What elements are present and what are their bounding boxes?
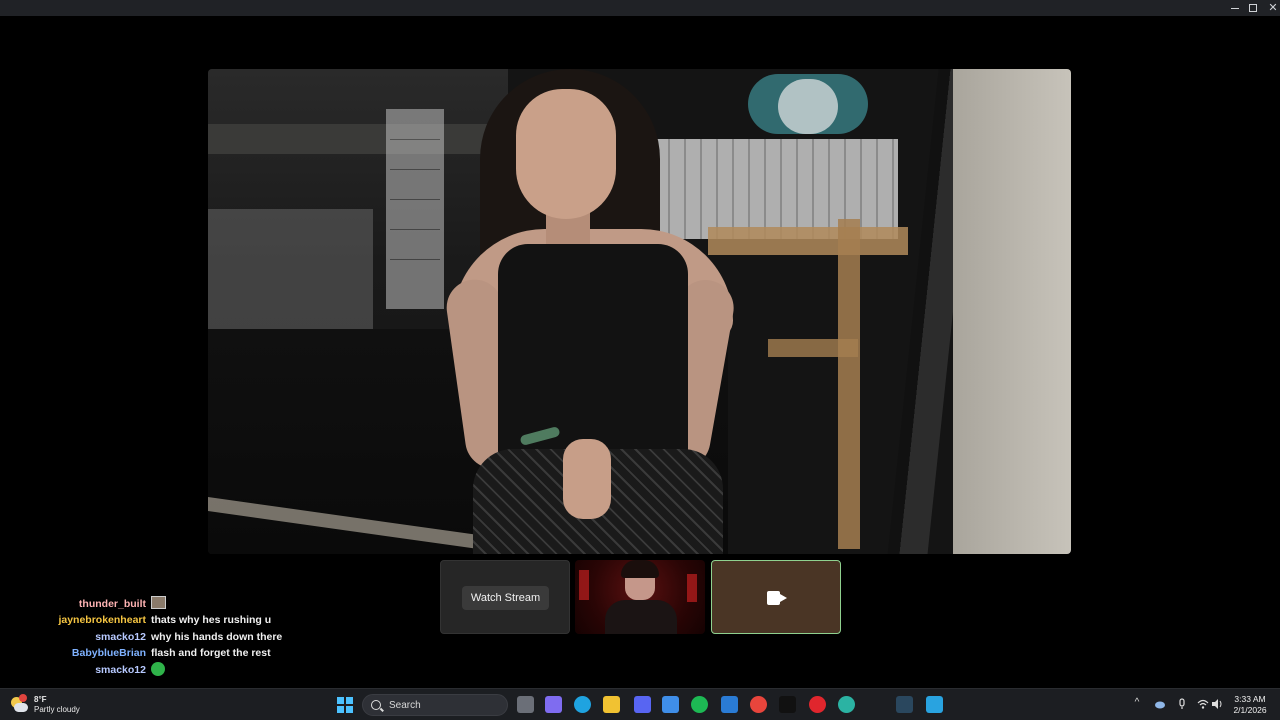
chat-username: BabyblueBrian xyxy=(71,647,146,659)
task-view-icon[interactable] xyxy=(517,696,534,713)
minimize-icon xyxy=(1231,7,1239,9)
streamer-hands xyxy=(563,439,611,519)
system-clock[interactable]: 3:33 AM 2/1/2026 xyxy=(1226,694,1274,716)
chat-text: thats why hes rushing u xyxy=(151,614,272,626)
weather-alert-badge xyxy=(19,694,27,702)
chat-username: smacko12 xyxy=(95,631,146,643)
chat-message: jaynebrokenheart thats why hes rushing u xyxy=(0,612,420,628)
chat-username: thunder_built xyxy=(78,598,146,610)
drawer-line xyxy=(390,139,440,140)
green-emote-icon xyxy=(151,661,165,676)
file-explorer-icon[interactable] xyxy=(603,696,620,713)
maximize-button[interactable] xyxy=(1243,0,1263,16)
room-wall xyxy=(953,69,1071,554)
main-video-stream[interactable] xyxy=(208,69,1071,554)
face-emote-icon xyxy=(151,596,166,609)
bed-rail xyxy=(768,339,858,357)
drawer-line xyxy=(390,169,440,170)
chat-text: flash and forget the rest xyxy=(151,647,271,659)
chat-text xyxy=(151,596,166,612)
steam-icon[interactable] xyxy=(896,696,913,713)
red-light xyxy=(687,574,697,602)
taskbar-search[interactable]: Search xyxy=(362,694,508,716)
chat-text xyxy=(151,661,165,679)
start-button[interactable] xyxy=(337,697,353,713)
cloud-sync-icon[interactable] xyxy=(1154,698,1166,710)
chat-text: why his hands down there xyxy=(151,631,283,643)
weather-text: 8°F Partly cloudy xyxy=(34,695,80,715)
chat-username: jaynebrokenheart xyxy=(58,614,146,626)
mail-icon[interactable] xyxy=(721,696,738,713)
weather-description: Partly cloudy xyxy=(34,705,80,714)
clock-date: 2/1/2026 xyxy=(1233,705,1267,715)
clock-time: 3:33 AM xyxy=(1234,694,1266,704)
camera-body xyxy=(767,591,780,605)
chat-message: thunder_built xyxy=(0,596,420,612)
drawer-line xyxy=(390,199,440,200)
microphone-icon[interactable] xyxy=(1176,698,1188,710)
show-hidden-icons-button[interactable]: ^ xyxy=(1132,698,1142,708)
room-desk xyxy=(208,124,508,154)
camera-lens xyxy=(780,594,787,602)
participant-avatar-tile[interactable] xyxy=(711,560,841,634)
chat-message: BabyblueBrian flash and forget the rest xyxy=(0,645,420,661)
windows-logo-pane xyxy=(337,697,344,704)
copilot-icon[interactable] xyxy=(545,696,562,713)
windows-logo-pane xyxy=(337,706,344,713)
weather-widget[interactable]: 8°F Partly cloudy xyxy=(10,692,80,718)
taskbar: 8°F Partly cloudy Search ^ 3:33 AM 2/1/2… xyxy=(0,688,1280,720)
windows-logo-pane xyxy=(346,706,353,713)
minimize-button[interactable] xyxy=(1225,0,1245,16)
edge-icon[interactable] xyxy=(574,696,591,713)
close-icon: ✕ xyxy=(1268,2,1278,14)
chat-username: smacko12 xyxy=(95,664,146,676)
cloud-shape xyxy=(14,703,28,712)
f-app-icon[interactable] xyxy=(926,696,943,713)
participant-hair xyxy=(621,560,659,578)
room-drawers xyxy=(386,109,444,309)
maximize-icon xyxy=(1249,4,1257,12)
streamer-face xyxy=(516,89,616,219)
store-icon[interactable] xyxy=(662,696,679,713)
wifi-icon[interactable] xyxy=(1197,698,1209,710)
search-icon xyxy=(371,700,381,710)
speaker-icon[interactable] xyxy=(1211,698,1223,710)
globe-app-icon[interactable] xyxy=(838,696,855,713)
participant-body xyxy=(605,600,677,634)
discord-icon[interactable] xyxy=(634,696,651,713)
close-button[interactable]: ✕ xyxy=(1263,0,1280,16)
opera-icon[interactable] xyxy=(809,696,826,713)
chrome-icon[interactable] xyxy=(750,696,767,713)
red-light xyxy=(579,570,589,600)
tiktok-icon[interactable] xyxy=(779,696,796,713)
window-titlebar: ✕ xyxy=(0,0,1280,16)
participant-camera-tile[interactable] xyxy=(575,560,705,634)
streamer-top xyxy=(498,244,688,464)
watch-stream-button[interactable]: Watch Stream xyxy=(462,586,549,610)
video-camera-icon xyxy=(767,591,787,605)
weather-temperature: 8°F xyxy=(34,695,47,704)
drawer-line xyxy=(390,259,440,260)
bed-post xyxy=(838,219,860,549)
chat-message: smacko12 why his hands down there xyxy=(0,629,420,645)
chat-message: smacko12 xyxy=(0,661,420,679)
watch-stream-tile[interactable]: Watch Stream xyxy=(440,560,570,634)
bed-frame xyxy=(708,227,908,255)
spotify-icon[interactable] xyxy=(691,696,708,713)
drawer-line xyxy=(390,229,440,230)
windows-logo-pane xyxy=(346,697,353,704)
partly-cloudy-icon xyxy=(10,694,28,714)
room-pillow xyxy=(778,79,838,134)
search-label: Search xyxy=(389,699,421,711)
